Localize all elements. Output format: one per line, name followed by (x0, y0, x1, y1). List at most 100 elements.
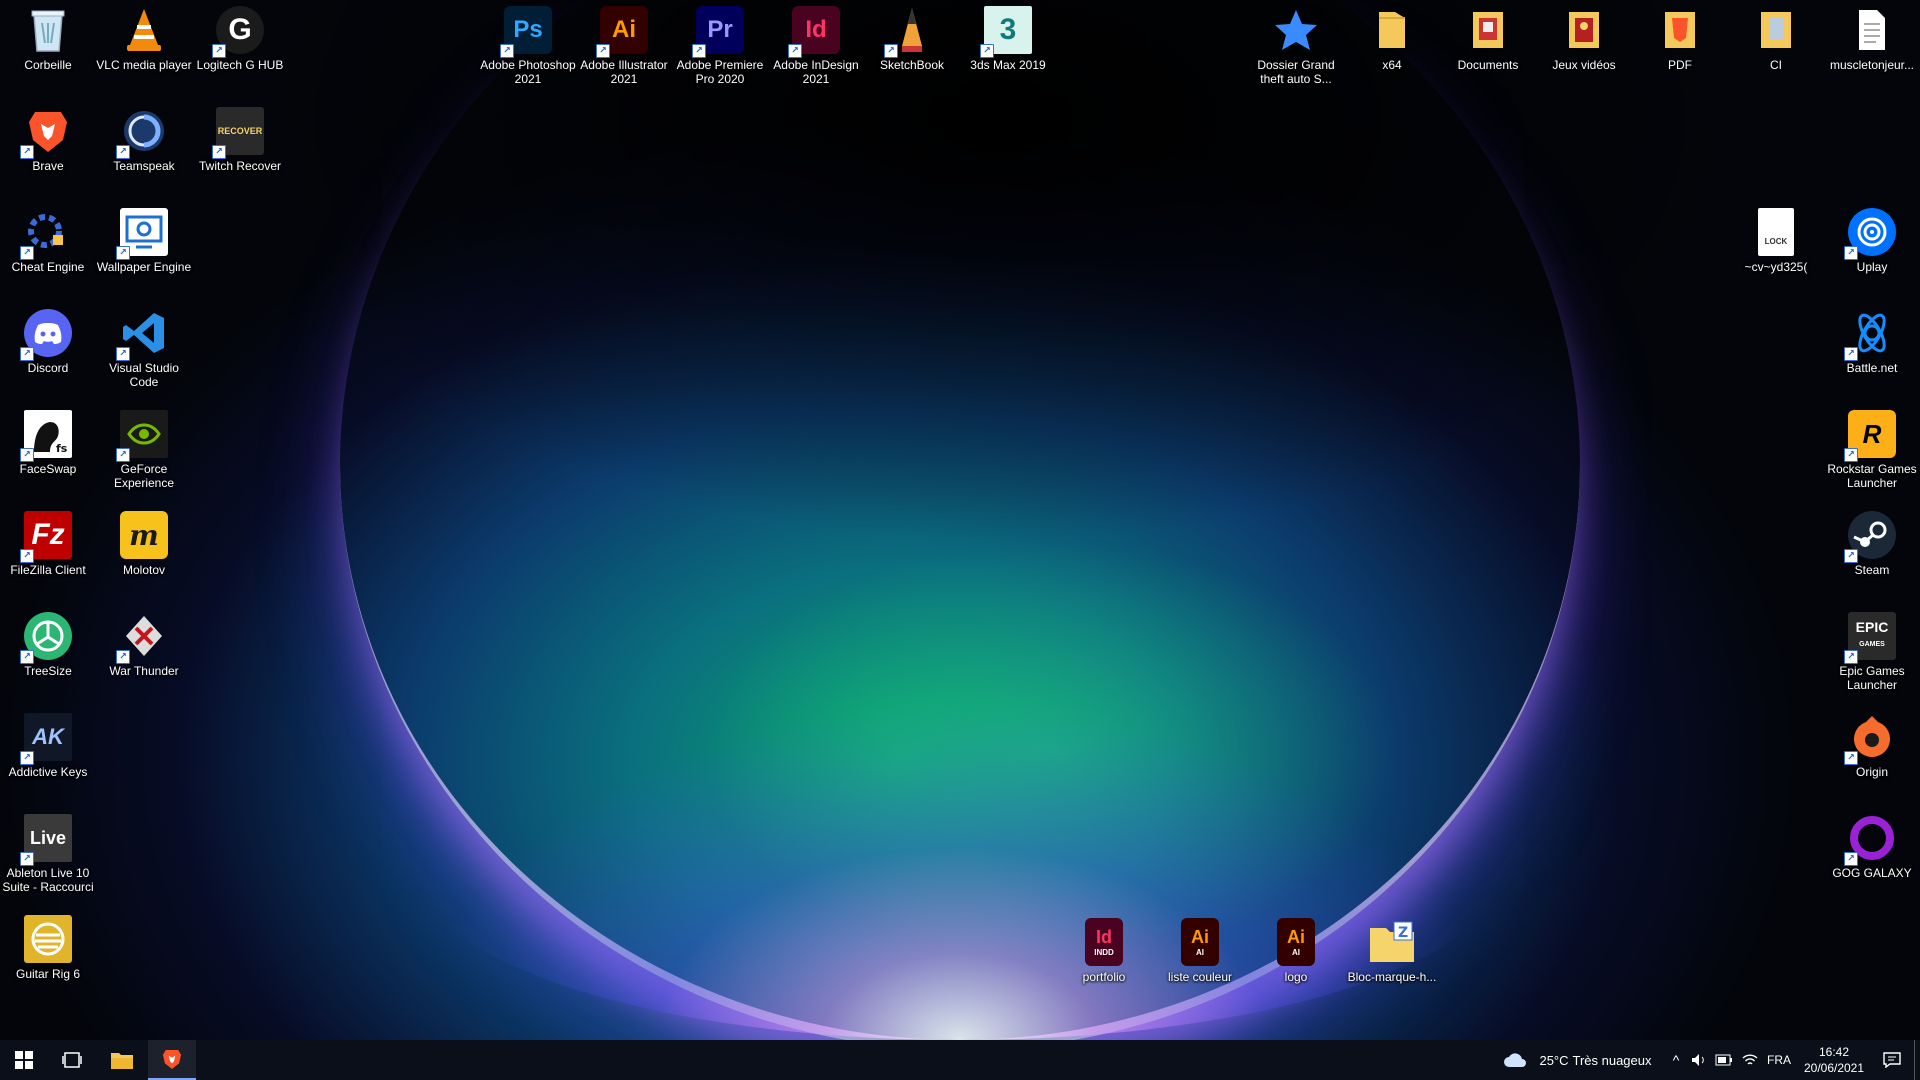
vscode-icon: ↗ (116, 309, 168, 361)
volume-button[interactable] (1688, 1040, 1710, 1080)
premiere-icon: Pr ↗ (692, 6, 744, 58)
desktop-icon-documents[interactable]: Documents (1440, 6, 1536, 72)
desktop-icon-muscletonjeur[interactable]: muscletonjeur... (1824, 6, 1920, 72)
filezilla-icon: Fz ↗ (20, 511, 72, 563)
desktop-icon-discord[interactable]: ↗ Discord (0, 309, 96, 375)
svg-text:Z: Z (1398, 925, 1408, 941)
weather-widget[interactable] (1500, 1040, 1530, 1080)
desktop-icon-wallpaper-engine[interactable]: ↗ Wallpaper Engine (96, 208, 192, 274)
star-icon (1272, 6, 1320, 54)
desktop-icon-pdf[interactable]: PDF (1632, 6, 1728, 72)
clock[interactable]: 16:42 20/06/2021 (1796, 1040, 1872, 1080)
desktop-file-liste-couleur[interactable]: Ai AI liste couleur (1152, 918, 1248, 984)
network-button[interactable] (1738, 1040, 1762, 1080)
file-explorer-icon (111, 1053, 133, 1069)
desktop-icon-guitar-rig[interactable]: Guitar Rig 6 (0, 915, 96, 981)
desktop-icon-epic[interactable]: EPIC GAMES ↗ Epic Games Launcher (1824, 612, 1920, 692)
desktop-icon-ableton[interactable]: Live ↗ Ableton Live 10 Suite - Raccourci (0, 814, 96, 894)
logitech-icon: G ↗ (212, 6, 264, 58)
desktop-icon-photoshop[interactable]: Ps ↗ Adobe Photoshop 2021 (480, 6, 576, 86)
origin-icon: ↗ (1844, 713, 1896, 765)
molotov-icon: m (120, 511, 168, 559)
desktop-icon-battlenet[interactable]: ↗ Battle.net (1824, 309, 1920, 375)
battery-button[interactable] (1712, 1040, 1736, 1080)
desktop-icon-geforce[interactable]: ↗ GeForce Experience (96, 410, 192, 490)
folder-icon (1752, 6, 1800, 54)
indd-file-icon: Id INDD (1085, 918, 1123, 966)
notification-icon (1883, 1052, 1901, 1068)
gog-icon: ↗ (1844, 814, 1896, 866)
taskbar-file-explorer[interactable] (98, 1040, 146, 1080)
folder-icon (1464, 6, 1512, 54)
speaker-icon (1692, 1054, 1704, 1066)
wallpaper-engine-icon: ↗ (116, 208, 168, 260)
desktop-icon-brave[interactable]: ↗ Brave (0, 107, 96, 173)
desktop-icon-gog[interactable]: ↗ GOG GALAXY (1824, 814, 1920, 880)
tray-overflow-button[interactable]: ^ (1666, 1040, 1686, 1080)
desktop-icon-x64[interactable]: x64 (1344, 6, 1440, 72)
desktop-icon-jeux-videos[interactable]: Jeux vidéos (1536, 6, 1632, 72)
desktop-file-logo[interactable]: Ai AI logo (1248, 918, 1344, 984)
taskbar-brave[interactable] (148, 1040, 196, 1080)
desktop-icon-gta-folder[interactable]: Dossier Grand theft auto S... (1248, 6, 1344, 86)
desktop-icon-corbeille[interactable]: Corbeille (0, 6, 96, 72)
weather-description: Très nuageux (1572, 1052, 1652, 1068)
photoshop-icon: Ps ↗ (500, 6, 552, 58)
desktop-icon-lock-file[interactable]: LOCK ~cv~yd325( (1728, 208, 1824, 274)
treesize-icon: ↗ (20, 612, 72, 664)
desktop-icon-indesign[interactable]: Id ↗ Adobe InDesign 2021 (768, 6, 864, 86)
rockstar-icon: R ↗ (1844, 410, 1896, 462)
desktop-icon-addictive-keys[interactable]: AK ↗ Addictive Keys (0, 713, 96, 779)
task-view-button[interactable] (48, 1040, 96, 1080)
desktop-icon-sketchbook[interactable]: ↗ SketchBook (864, 6, 960, 72)
desktop-file-portfolio[interactable]: Id INDD portfolio (1056, 918, 1152, 984)
steam-icon: ↗ (1844, 511, 1896, 563)
desktop-icon-teamspeak[interactable]: ↗ Teamspeak (96, 107, 192, 173)
geforce-icon: ↗ (116, 410, 168, 462)
desktop-icon-origin[interactable]: ↗ Origin (1824, 713, 1920, 779)
desktop-icon-premiere[interactable]: Pr ↗ Adobe Premiere Pro 2020 (672, 6, 768, 86)
desktop-icon-rockstar[interactable]: R ↗ Rockstar Games Launcher (1824, 410, 1920, 490)
desktop-icon-filezilla[interactable]: Fz ↗ FileZilla Client (0, 511, 96, 577)
document-icon (1848, 6, 1896, 54)
desktop-icon-faceswap[interactable]: fs ↗ FaceSwap (0, 410, 96, 476)
cloud-icon (1504, 1053, 1526, 1067)
addictive-keys-icon: AK ↗ (20, 713, 72, 765)
lock-file-icon: LOCK (1758, 208, 1794, 256)
brave-icon (162, 1049, 182, 1069)
guitar-rig-icon (24, 915, 72, 963)
desktop-icon-vscode[interactable]: ↗ Visual Studio Code (96, 309, 192, 389)
desktop-icon-molotov[interactable]: m Molotov (96, 511, 192, 577)
indesign-icon: Id ↗ (788, 6, 840, 58)
desktop-icon-treesize[interactable]: ↗ TreeSize (0, 612, 96, 678)
taskbar: 25°C Très nuageux ^ FRA 16:42 20/06/2021 (0, 1040, 1920, 1080)
desktop-icon-uplay[interactable]: ↗ Uplay (1824, 208, 1920, 274)
clock-date: 20/06/2021 (1803, 1061, 1865, 1075)
desktop-icon-steam[interactable]: ↗ Steam (1824, 511, 1920, 577)
desktop-icon-war-thunder[interactable]: ↗ War Thunder (96, 612, 192, 678)
desktop-file-bloc-marque[interactable]: Z Bloc-marque-h... (1344, 918, 1440, 984)
desktop-icon-twitch-recover[interactable]: RECOVER ↗ Twitch Recover (192, 107, 288, 173)
notification-center-button[interactable] (1872, 1040, 1912, 1080)
desktop-icon-ci[interactable]: CI (1728, 6, 1824, 72)
chevron-up-icon: ^ (1672, 1052, 1680, 1068)
desktop-icon-cheat-engine[interactable]: ↗ Cheat Engine (0, 208, 96, 274)
faceswap-icon: fs ↗ (20, 410, 72, 462)
clock-time: 16:42 (1818, 1045, 1850, 1059)
desktop-icon-3dsmax[interactable]: 3 ↗ 3ds Max 2019 (960, 6, 1056, 72)
language-indicator[interactable]: FRA (1764, 1040, 1794, 1080)
start-button[interactable] (0, 1040, 48, 1080)
ai-file-icon: Ai AI (1181, 918, 1219, 966)
desktop-icon-vlc[interactable]: VLC media player (96, 6, 192, 72)
windows-logo-icon (15, 1051, 33, 1069)
vlc-icon (120, 6, 168, 54)
desktop-icon-illustrator[interactable]: Ai ↗ Adobe Illustrator 2021 (576, 6, 672, 86)
show-desktop-button[interactable] (1914, 1040, 1920, 1080)
task-view-icon (62, 1052, 82, 1068)
wifi-icon (1742, 1054, 1758, 1065)
recycle-bin-icon (24, 6, 72, 54)
uplay-icon: ↗ (1844, 208, 1896, 260)
desktop-icon-logitech[interactable]: G ↗ Logitech G HUB (192, 6, 288, 72)
sketchbook-icon: ↗ (884, 6, 936, 58)
brave-icon: ↗ (20, 107, 72, 159)
